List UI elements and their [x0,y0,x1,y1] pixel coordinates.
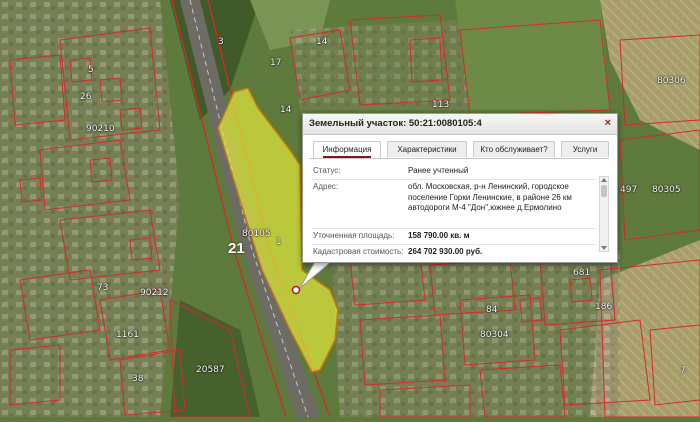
parcel-label: 1161 [116,330,139,340]
green-area-north [455,0,610,110]
parcel-label: 80304 [480,330,509,340]
parcel-label: 20587 [196,365,225,375]
popup-scrollbar[interactable] [599,176,609,252]
tab-services[interactable]: Услуги [561,141,609,157]
parcel-label: 113 [432,100,450,110]
tab-info[interactable]: Информация [313,141,381,158]
popup-content[interactable]: Статус: Ранее учтенный Адрес: обл. Моско… [311,164,607,256]
parcel-label: 80105 [242,229,271,239]
tab-characteristics[interactable]: Характеристики [387,141,467,157]
parcel-label: 38 [132,374,144,384]
parcel-label: 90210 [86,124,115,134]
parcel-label: 5 [88,65,94,75]
scroll-up-arrow-icon[interactable] [601,178,607,182]
parcel-label: 73 [97,283,109,293]
row-divider [311,244,595,245]
map-marker-icon[interactable] [291,285,301,295]
cadastral-value-label: Кадастровая стоимость: [313,247,404,256]
parcel-label: 3 [218,37,224,47]
scroll-down-arrow-icon[interactable] [601,246,607,250]
parcel-label: 681 [573,268,591,278]
parcel-label: 1 [276,237,282,247]
info-row-status: Статус: Ранее учтенный [311,166,595,178]
tab-services-label: Услуги [572,145,598,154]
parcel-label: 497 [620,185,638,195]
parcel-label: 17 [270,58,282,68]
status-label: Статус: [313,166,341,175]
parcel-label: 186 [595,302,613,312]
parcel-label: 14 [316,37,328,47]
parcel-label: 7 [680,366,686,376]
close-icon[interactable]: × [605,117,611,129]
address-label: Адрес: [313,182,339,191]
popup-title: Земельный участок: 50:21:0080105:4 [309,118,482,129]
tab-who-serves-label: Кто обслуживает? [480,145,548,154]
village-south [330,240,620,417]
status-value: Ранее учтенный [408,166,469,175]
scrollbar-thumb[interactable] [601,185,607,197]
parcel-label: 90212 [140,288,169,298]
tab-characteristics-label: Характеристики [397,145,457,154]
popup-header: Земельный участок: 50:21:0080105:4 × [303,114,617,135]
info-row-address: Адрес: обл. Московская, р-н Ленинский, г… [311,182,595,226]
area-label: Уточненная площадь: [313,231,395,240]
parcel-info-popup: Земельный участок: 50:21:0080105:4 × Инф… [302,113,618,263]
parcel-label: 80306 [657,76,686,86]
info-row-cadastral-value: Кадастровая стоимость: 264 702 930.00 ру… [311,247,595,256]
popup-tabs: Информация Характеристики Кто обслуживае… [309,141,609,159]
parcel-label: 84 [486,305,498,315]
row-divider [311,228,595,229]
info-row-area: Уточненная площадь: 158 790.00 кв. м [311,231,595,243]
area-value: 158 790.00 кв. м [408,231,470,240]
parcel-label: 80305 [652,185,681,195]
parcel-label: 26 [80,92,92,102]
road-label: 21 [228,240,245,257]
address-value: обл. Московская, р-н Ленинский, городско… [408,182,572,212]
tab-info-label: Информация [322,144,372,158]
parcel-label: 14 [280,105,292,115]
tab-who-serves[interactable]: Кто обслуживает? [473,141,555,157]
cadastral-value-value: 264 702 930.00 руб. [408,247,483,256]
row-divider [311,179,595,180]
